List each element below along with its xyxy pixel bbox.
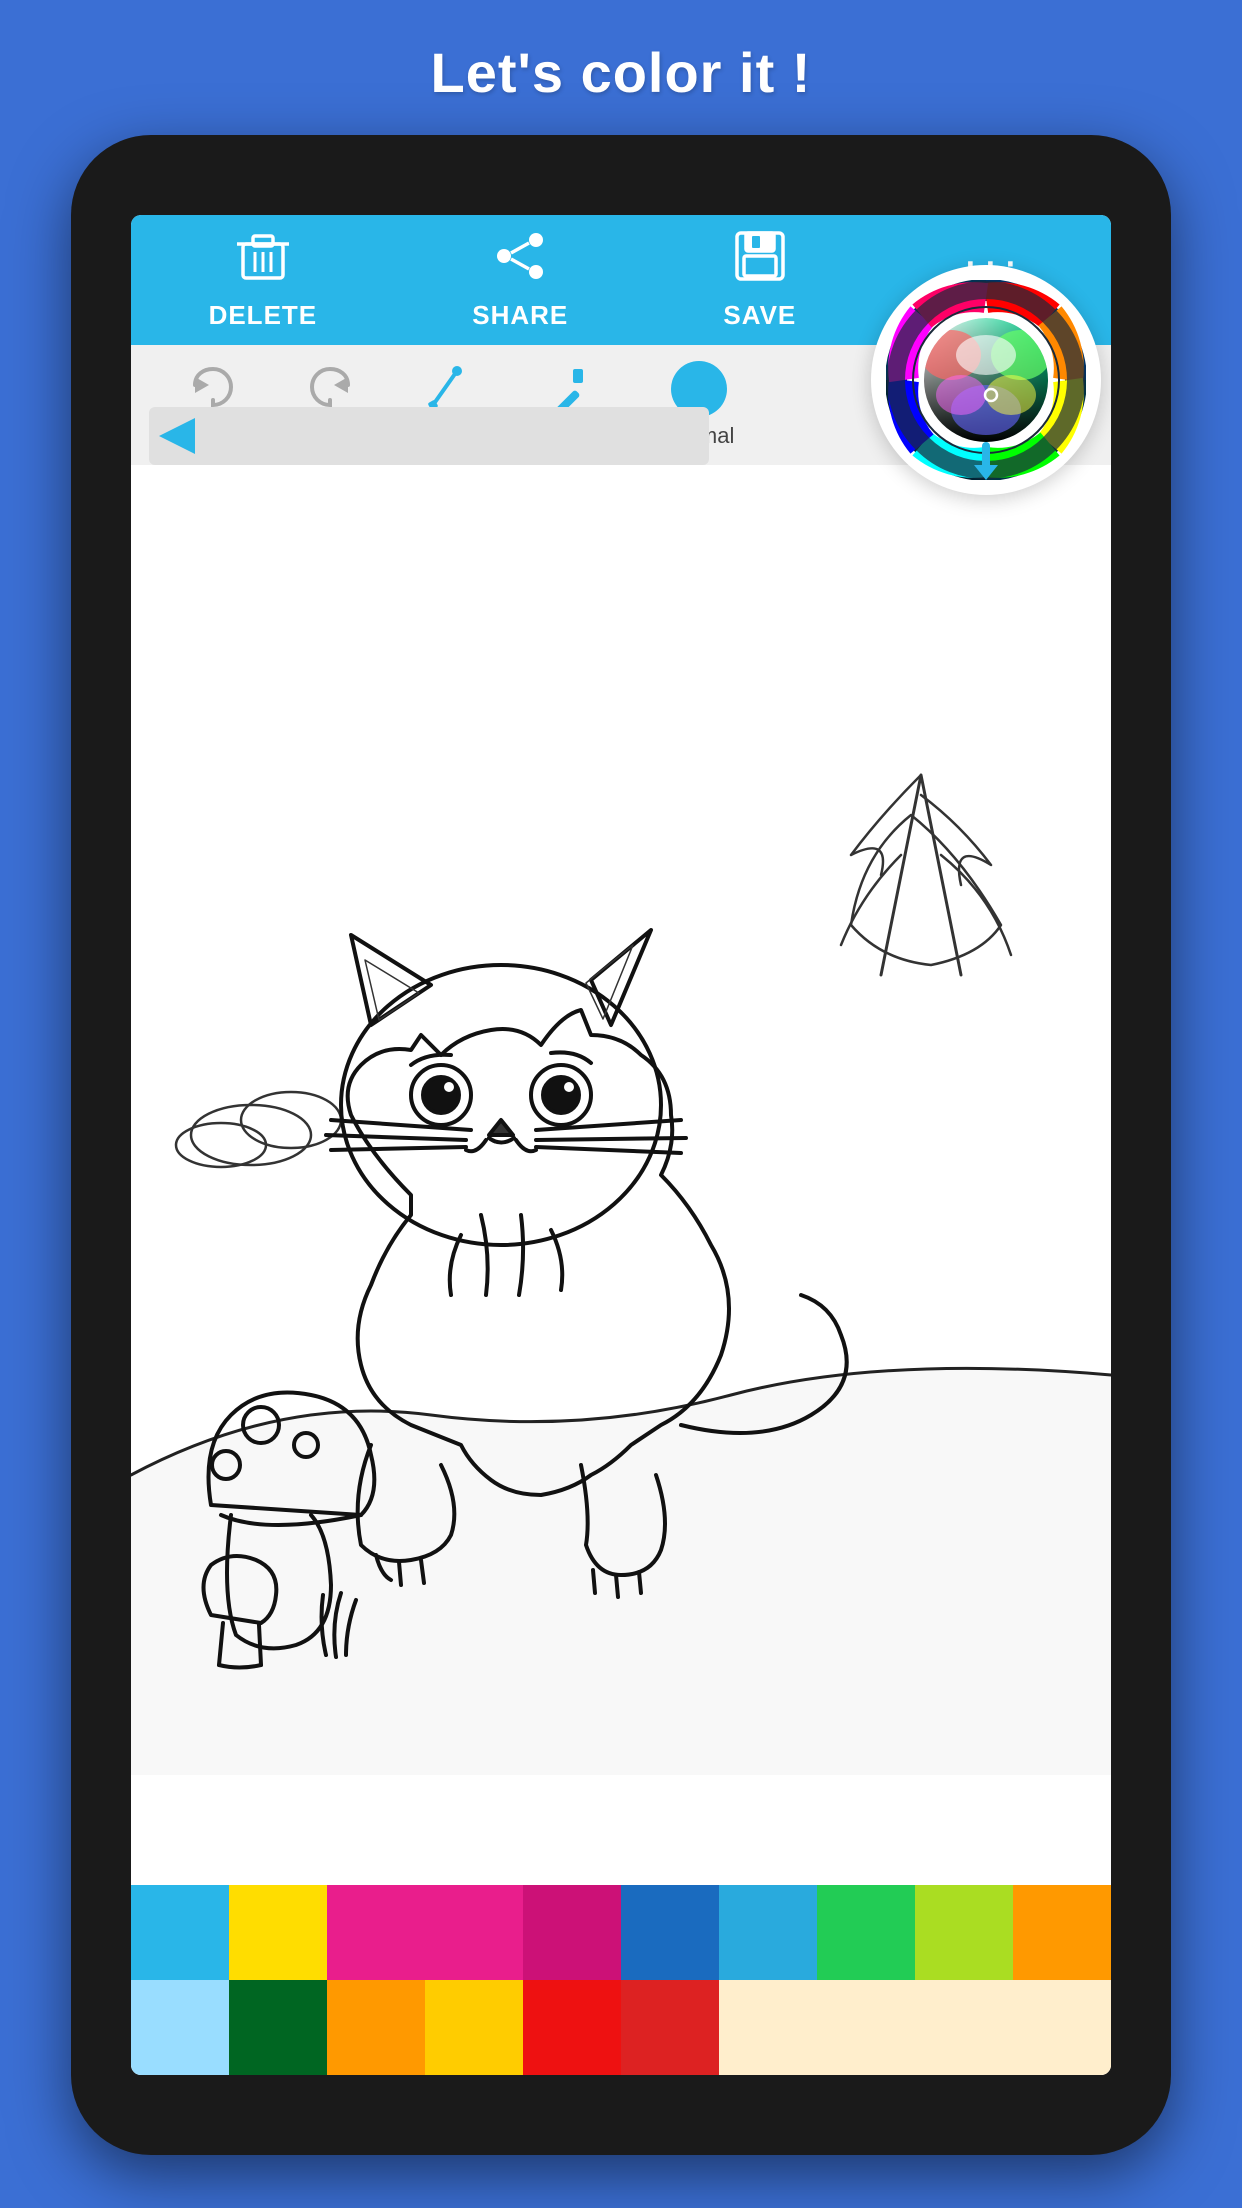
palette-color-r1-0[interactable] (131, 1885, 229, 1980)
page-title: Let's color it ! (431, 40, 812, 105)
coloring-page-svg (131, 465, 1111, 1885)
delete-label: DELETE (209, 300, 318, 331)
phone-screen: DELETE SHARE (131, 215, 1111, 2075)
palette-color-r2-6[interactable] (719, 1980, 817, 2075)
palette-row-2 (131, 1980, 1111, 2075)
save-icon (734, 230, 786, 294)
palette-color-r2-0[interactable] (131, 1980, 229, 2075)
addline-icon (543, 365, 591, 413)
palette-color-r2-4[interactable] (523, 1980, 621, 2075)
drawing-canvas[interactable] (131, 465, 1111, 1885)
palette-color-r2-2[interactable] (327, 1980, 425, 2075)
secondary-toolbar: UNDO REDO PICK (131, 345, 1111, 465)
palette-color-r1-3[interactable] (425, 1885, 523, 1980)
redo-icon (308, 365, 356, 413)
pick-icon (421, 365, 469, 413)
undo-icon (187, 365, 235, 413)
color-wheel-svg (886, 280, 1086, 480)
brush-size-strip (149, 407, 709, 465)
color-palette (131, 1885, 1111, 2075)
palette-color-r2-9[interactable] (1013, 1980, 1111, 2075)
palette-color-r1-5[interactable] (621, 1885, 719, 1980)
palette-color-r2-7[interactable] (817, 1980, 915, 2075)
palette-color-r1-9[interactable] (1013, 1885, 1111, 1980)
palette-color-r1-4[interactable] (523, 1885, 621, 1980)
share-icon (494, 230, 546, 294)
palette-color-r2-1[interactable] (229, 1980, 327, 2075)
share-button[interactable]: SHARE (472, 230, 568, 331)
delete-icon (237, 230, 289, 294)
palette-color-r1-1[interactable] (229, 1885, 327, 1980)
save-button[interactable]: SAVE (723, 230, 796, 331)
palette-row-1 (131, 1885, 1111, 1980)
delete-button[interactable]: DELETE (209, 230, 318, 331)
palette-color-r2-5[interactable] (621, 1980, 719, 2075)
palette-color-r1-6[interactable] (719, 1885, 817, 1980)
palette-color-r2-3[interactable] (425, 1980, 523, 2075)
palette-color-r2-8[interactable] (915, 1980, 1013, 2075)
brush-size-arrow[interactable] (159, 418, 195, 454)
palette-color-r1-7[interactable] (817, 1885, 915, 1980)
color-wheel[interactable] (871, 265, 1101, 495)
palette-color-r1-2[interactable] (327, 1885, 425, 1980)
share-label: SHARE (472, 300, 568, 331)
phone-frame: DELETE SHARE (71, 135, 1171, 2155)
palette-color-r1-8[interactable] (915, 1885, 1013, 1980)
save-label: SAVE (723, 300, 796, 331)
